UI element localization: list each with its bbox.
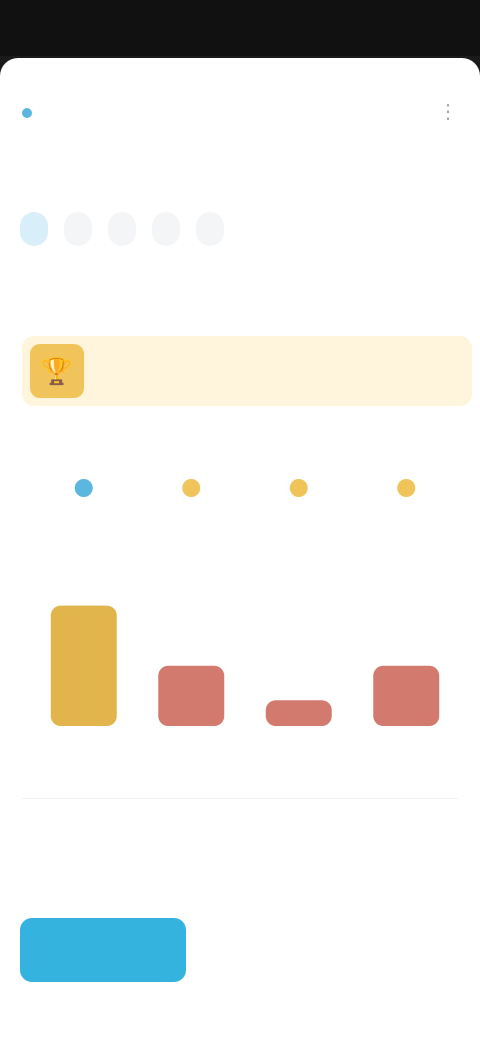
trophy-icon: 🏆 <box>30 344 84 398</box>
primary-option-button[interactable] <box>20 918 186 982</box>
bar-header-star-icon-3 <box>397 479 416 497</box>
tab-1[interactable] <box>64 212 92 246</box>
status-bar <box>0 0 480 56</box>
tab-2[interactable] <box>108 212 136 246</box>
header-subtitle-row <box>22 108 462 118</box>
header: ⋮ <box>22 98 462 132</box>
banner: 🏆 <box>22 336 472 406</box>
bar-header-star-icon-1 <box>182 479 201 497</box>
tab-4[interactable] <box>196 212 224 246</box>
divider <box>22 798 458 799</box>
bar-3[interactable] <box>373 665 440 726</box>
more-vertical-icon[interactable]: ⋮ <box>434 98 462 126</box>
status-dot-icon <box>22 108 32 118</box>
tab-bar <box>20 212 480 252</box>
section-header <box>22 282 458 312</box>
bar-1[interactable] <box>158 665 225 726</box>
tab-3[interactable] <box>152 212 180 246</box>
tab-0[interactable] <box>20 212 48 246</box>
bar-header-star-icon-2 <box>289 479 308 497</box>
bar-0[interactable] <box>50 605 117 726</box>
bar-header-star-icon-0 <box>74 479 93 497</box>
bar-chart <box>30 434 460 734</box>
bottom-sheet: ⋮ 🏆 <box>0 58 480 1040</box>
bar-2[interactable] <box>265 700 332 726</box>
bar-chart-svg <box>50 479 440 726</box>
bottom-options <box>20 918 460 982</box>
